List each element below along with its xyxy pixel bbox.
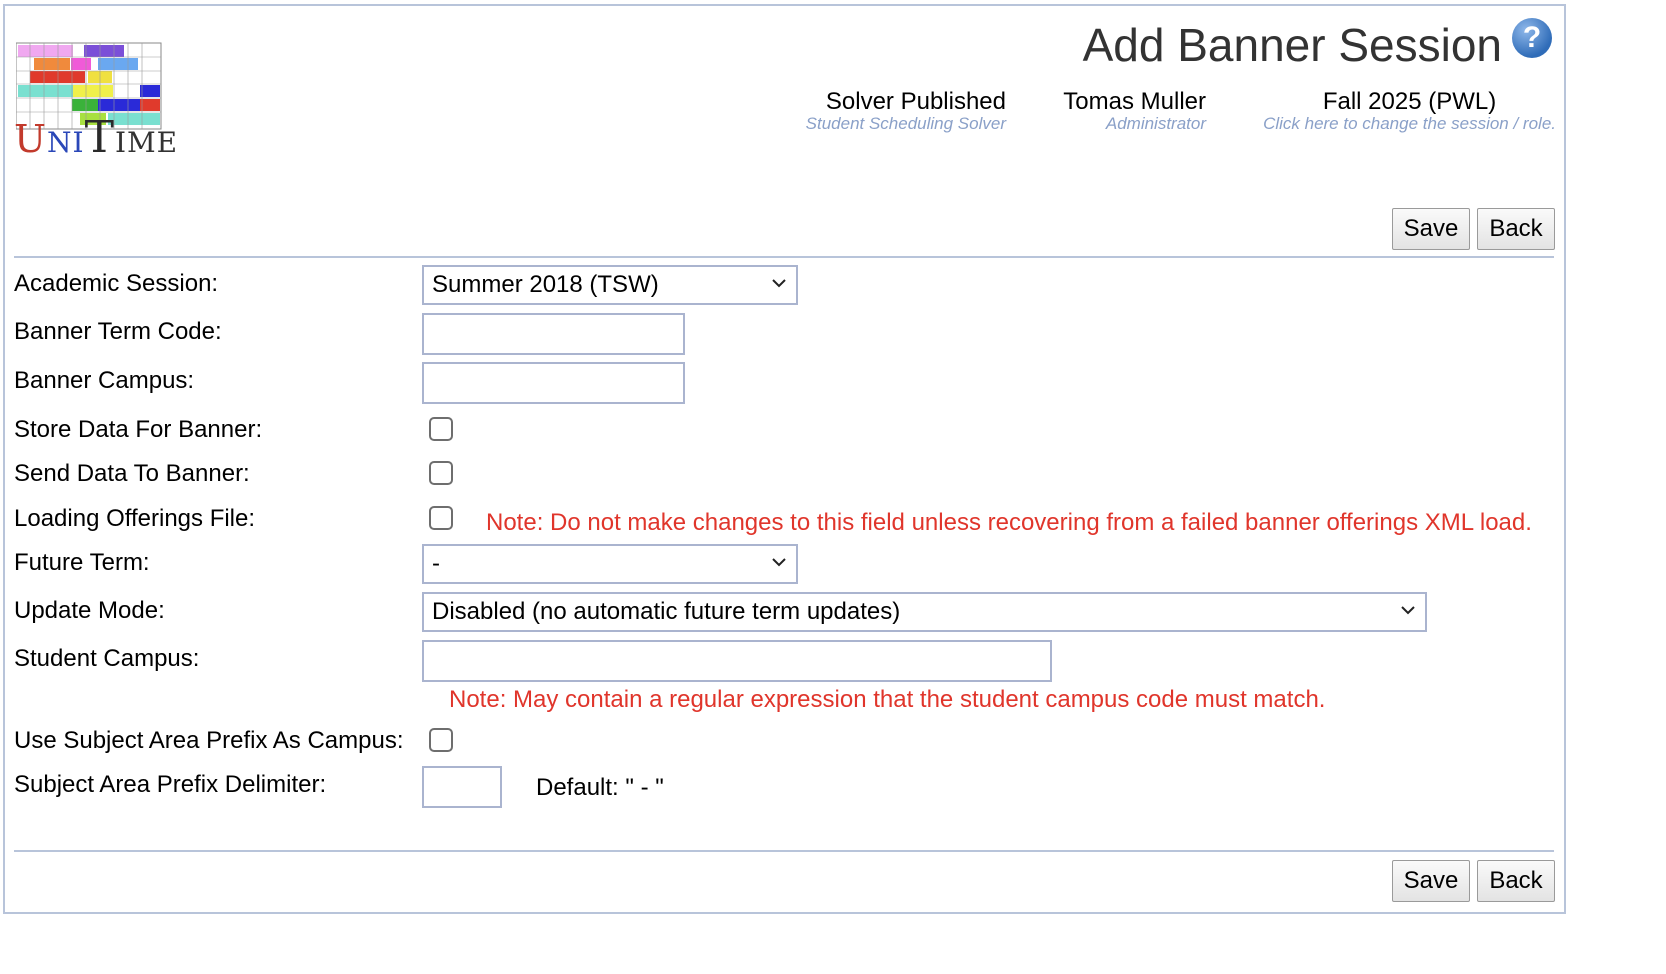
student-campus-input[interactable] <box>422 640 1052 682</box>
banner-campus-input[interactable] <box>422 362 685 404</box>
store-data-label: Store Data For Banner: <box>14 416 263 443</box>
loading-offerings-label: Loading Offerings File: <box>14 505 256 532</box>
save-button-top[interactable]: Save <box>1392 208 1470 250</box>
future-term-label: Future Term: <box>14 549 150 576</box>
chevron-down-icon <box>772 558 786 567</box>
session-selector[interactable]: Fall 2025 (PWL) Click here to change the… <box>1263 88 1556 134</box>
loading-offerings-checkbox[interactable] <box>429 506 453 530</box>
use-subject-prefix-label: Use Subject Area Prefix As Campus: <box>14 727 404 754</box>
top-divider <box>14 256 1554 258</box>
unitime-logo-text: UNITIME <box>14 112 179 163</box>
subject-prefix-delimiter-label: Subject Area Prefix Delimiter: <box>14 771 327 798</box>
banner-term-code-input[interactable] <box>422 313 685 355</box>
page-title: Add Banner Session <box>1082 19 1502 71</box>
solver-status[interactable]: Solver Published Student Scheduling Solv… <box>806 88 1006 134</box>
use-subject-prefix-checkbox[interactable] <box>429 728 453 752</box>
chevron-down-icon <box>1401 606 1415 615</box>
student-campus-note: Note: May contain a regular expression t… <box>449 686 1326 713</box>
subject-prefix-default-hint: Default: " - " <box>536 774 664 801</box>
academic-session-label: Academic Session: <box>14 270 219 297</box>
save-button-bottom[interactable]: Save <box>1392 860 1470 902</box>
back-button-bottom[interactable]: Back <box>1477 860 1555 902</box>
store-data-checkbox[interactable] <box>429 417 453 441</box>
banner-campus-label: Banner Campus: <box>14 367 195 394</box>
loading-offerings-note: Note: Do not make changes to this field … <box>486 509 1532 536</box>
update-mode-select[interactable]: Disabled (no automatic future term updat… <box>422 592 1427 632</box>
subject-prefix-delimiter-input[interactable] <box>422 766 502 808</box>
back-button-top[interactable]: Back <box>1477 208 1555 250</box>
send-data-checkbox[interactable] <box>429 461 453 485</box>
send-data-label: Send Data To Banner: <box>14 460 250 487</box>
academic-session-select[interactable]: Summer 2018 (TSW) <box>422 265 798 305</box>
banner-term-code-label: Banner Term Code: <box>14 318 222 345</box>
user-info[interactable]: Tomas Muller Administrator <box>1063 88 1206 134</box>
chevron-down-icon <box>772 279 786 288</box>
update-mode-label: Update Mode: <box>14 597 165 624</box>
bottom-divider <box>14 850 1554 852</box>
help-icon[interactable]: ? <box>1512 18 1552 58</box>
future-term-select[interactable]: - <box>422 544 798 584</box>
student-campus-label: Student Campus: <box>14 645 200 672</box>
